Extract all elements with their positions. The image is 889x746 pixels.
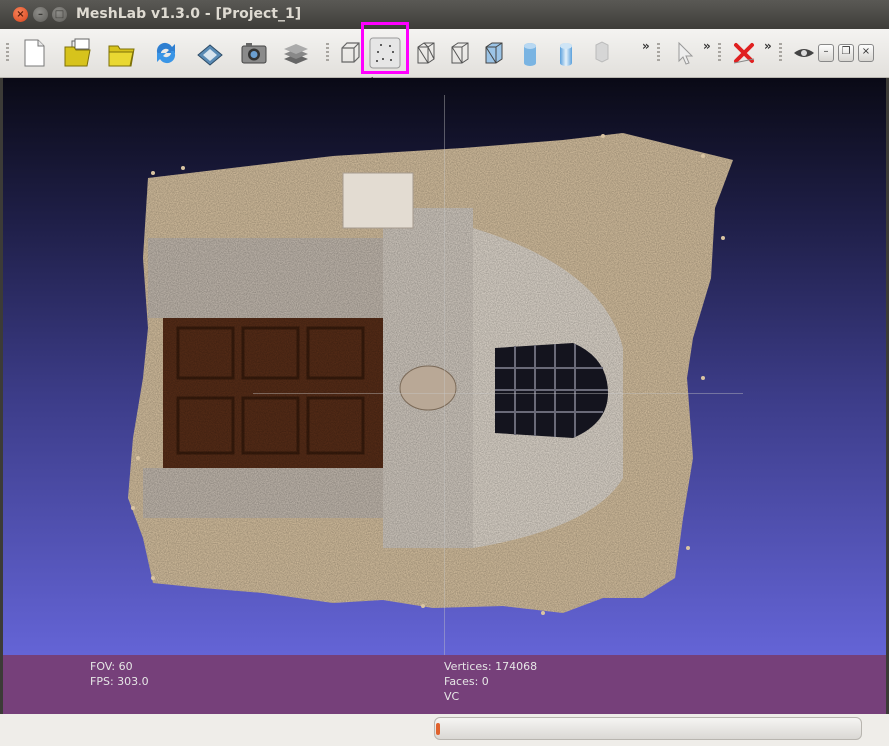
faces-label: Faces: 0 <box>444 675 489 688</box>
open-project-icon[interactable] <box>62 37 94 69</box>
smooth-shading-icon[interactable] <box>550 37 582 69</box>
window-title: MeshLab v1.3.0 - [Project_1] <box>76 6 302 22</box>
window-minimize-button[interactable]: – <box>33 7 48 22</box>
main-toolbar: » » » <box>0 29 889 78</box>
wireframe-icon[interactable] <box>410 37 442 69</box>
window-close-button[interactable]: × <box>13 7 28 22</box>
axis-vertical <box>444 95 445 655</box>
subwindow-close-button[interactable]: × <box>858 44 874 62</box>
toolbar-grip[interactable] <box>779 43 782 63</box>
toolbar-grip[interactable] <box>326 43 329 63</box>
toolbar-grip[interactable] <box>6 43 9 63</box>
3d-viewport[interactable] <box>3 78 886 655</box>
flat-lines-icon[interactable] <box>478 37 510 69</box>
pick-point-icon[interactable] <box>666 37 698 69</box>
snapshot-icon[interactable] <box>238 37 270 69</box>
vertices-label: Vertices: 174068 <box>444 660 538 673</box>
quality-icon[interactable] <box>788 37 820 69</box>
progress-fill <box>436 723 440 735</box>
fps-label: FPS: 303.0 <box>90 675 149 688</box>
fov-label: FOV: 60 <box>90 660 133 673</box>
progress-bar <box>434 717 862 740</box>
axis-horizontal <box>253 393 743 394</box>
layers-icon[interactable] <box>280 37 312 69</box>
subwindow-minimize-button[interactable]: – <box>818 44 834 62</box>
open-mesh-icon[interactable] <box>106 37 138 69</box>
save-icon[interactable] <box>194 37 226 69</box>
toolbar-more-button[interactable]: » <box>642 39 650 53</box>
texture-icon[interactable] <box>586 37 618 69</box>
vc-label: VC <box>444 690 460 703</box>
title-bar: × – □ MeshLab v1.3.0 - [Project_1] <box>0 0 889 29</box>
window-maximize-button[interactable]: □ <box>52 7 67 22</box>
info-panel: FOV: 60 FPS: 303.0 Vertices: 174068 Face… <box>3 655 886 714</box>
subwindow-restore-button[interactable]: ❐ <box>838 44 854 62</box>
hidden-lines-icon[interactable] <box>444 37 476 69</box>
delete-icon[interactable] <box>728 37 760 69</box>
toolbar-grip[interactable] <box>718 43 721 63</box>
reload-icon[interactable] <box>150 37 182 69</box>
new-project-icon[interactable] <box>18 37 50 69</box>
toolbar-more-button[interactable]: » <box>703 39 711 53</box>
annotation-highlight-box <box>361 22 409 74</box>
toolbar-grip[interactable] <box>657 43 660 63</box>
toolbar-more-button[interactable]: » <box>764 39 772 53</box>
flat-shading-icon[interactable] <box>514 37 546 69</box>
